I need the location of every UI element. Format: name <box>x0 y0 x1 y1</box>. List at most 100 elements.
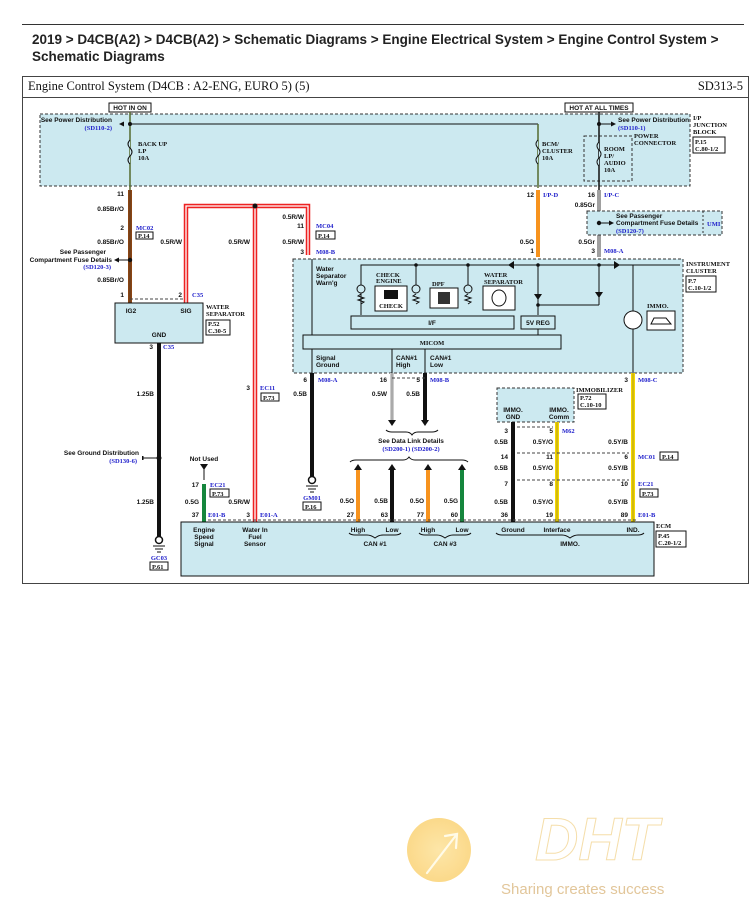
see-passenger-right-ref[interactable]: (SD120-7) <box>616 228 644 235</box>
connector-m08a-top[interactable]: M08-A <box>604 248 624 255</box>
water-sep-lamp-1: WATER <box>484 272 508 279</box>
page-ref-p73-b[interactable]: P.73 <box>212 491 224 498</box>
connector-mc02[interactable]: MC02 <box>136 225 153 232</box>
connector-ec21[interactable]: EC21 <box>210 482 226 489</box>
ground-gm01[interactable]: GM01 <box>303 495 321 502</box>
connector-ec11[interactable]: EC11 <box>260 385 275 392</box>
immo-wire-label: 0.5B <box>494 465 508 472</box>
page-ref-p61[interactable]: P.61 <box>152 564 164 571</box>
pin-8: 8 <box>549 481 553 488</box>
connector-e01b-b[interactable]: E01-B <box>638 512 656 519</box>
connector-mc04[interactable]: MC04 <box>316 223 334 230</box>
ecm-can3: CAN #3 <box>433 541 457 548</box>
connector-m08c[interactable]: M08-C <box>638 377 658 384</box>
connector-m08b[interactable]: M08-B <box>316 249 336 256</box>
connector-ipc[interactable]: I/P-C <box>604 192 619 199</box>
ecm-ref-2[interactable]: C.20-1/2 <box>658 540 681 547</box>
page-ref-p14[interactable]: P.14 <box>138 233 150 240</box>
ground-icon <box>153 535 165 553</box>
wire-label-05b-a: 0.5B <box>374 498 388 505</box>
junction-block-ref-1[interactable]: P.15 <box>695 139 707 146</box>
pin-16b: 16 <box>380 377 388 384</box>
connector-e01b-a[interactable]: E01-B <box>208 512 226 519</box>
fuse-room-4: 10A <box>604 167 616 174</box>
can1-low-2: Low <box>430 362 444 369</box>
connector-e01a[interactable]: E01-A <box>260 512 278 519</box>
see-ground-dist-ref[interactable]: (SD130-6) <box>109 458 137 465</box>
ws-gnd-connector[interactable]: C35 <box>163 344 175 351</box>
5v-reg-label: 5V REG <box>526 320 550 327</box>
junction-block-ref-2[interactable]: C.80-1/2 <box>695 146 718 153</box>
arrow-up-icon <box>458 464 466 470</box>
page-ref-p14-c[interactable]: P.14 <box>662 454 674 461</box>
immo-comm-2: Comm <box>549 414 569 421</box>
data-link-label[interactable]: See Data Link Details <box>378 438 444 445</box>
ecm-engine-speed-2: Speed <box>194 534 214 541</box>
check-label: CHECK <box>379 303 403 310</box>
fuse-backup-3: 10A <box>138 155 150 162</box>
water-sep-lamp-2: SEPARATOR <box>484 279 523 286</box>
ground-gc03[interactable]: GC03 <box>151 555 168 562</box>
hot-in-on-label: HOT IN ON <box>113 105 147 112</box>
ws-ref-2[interactable]: C.30-5 <box>208 328 227 335</box>
can1-high-1: CAN#1 <box>396 355 418 362</box>
page-ref-p73-a[interactable]: P.73 <box>263 395 275 402</box>
see-passenger-right-1[interactable]: See Passenger <box>616 213 663 220</box>
pin-12: 12 <box>527 192 535 199</box>
ws-sig: SIG <box>180 308 191 315</box>
see-passenger-left-ref[interactable]: (SD120-3) <box>83 264 111 271</box>
brace <box>385 429 439 436</box>
cluster-ref-2[interactable]: C.10-1/2 <box>688 285 711 292</box>
cluster-ref-1[interactable]: P.7 <box>688 278 697 285</box>
ecm-can3-low: Low <box>456 527 470 534</box>
data-link-ref[interactable]: (SD200-1) (SD200-2) <box>382 446 439 453</box>
pin-19: 19 <box>546 512 554 519</box>
see-power-dist-right-ref[interactable]: (SD110-1) <box>618 125 645 132</box>
see-passenger-left-2[interactable]: Compartment Fuse Details <box>30 257 113 264</box>
connector-m08b-2[interactable]: M08-B <box>430 377 450 384</box>
pin-3-ec11: 3 <box>246 385 250 392</box>
see-passenger-right-2[interactable]: Compartment Fuse Details <box>616 220 699 227</box>
dpf-glyph <box>438 292 450 304</box>
watermark-slogan: Sharing creates success <box>501 881 664 898</box>
pin-60: 60 <box>451 512 459 519</box>
connector-c35[interactable]: C35 <box>192 292 204 299</box>
ws-gnd: GND <box>152 332 167 339</box>
pin-11: 11 <box>117 191 124 198</box>
pin-3-m08c: 3 <box>624 377 628 384</box>
connector-m08a[interactable]: M08-A <box>318 377 338 384</box>
see-ground-dist[interactable]: See Ground Distribution <box>64 450 139 457</box>
connector-ipd[interactable]: I/P-D <box>543 192 558 199</box>
fuse-bcm-1: BCM/ <box>542 141 559 148</box>
junction-block-name-1: I/P <box>693 115 701 122</box>
see-power-dist-right[interactable]: See Power Distribution <box>618 117 689 124</box>
check-engine-2: ENGINE <box>376 278 402 285</box>
immobilizer-ref-1[interactable]: P.72 <box>580 395 592 402</box>
immo-wire-label: 0.5Y/O <box>533 439 553 446</box>
ecm-ref-1[interactable]: P.45 <box>658 533 670 540</box>
junction-block-name-2: JUNCTION <box>693 122 727 129</box>
see-passenger-left-1[interactable]: See Passenger <box>60 249 107 256</box>
page-ref-p16[interactable]: P.16 <box>305 504 317 511</box>
connector-m62[interactable]: M62 <box>562 428 575 435</box>
water-sep-warn-1: Water <box>316 266 334 273</box>
wire-label-05rw-c: 0.5R/W <box>282 214 305 221</box>
connector-mc01[interactable]: MC01 <box>638 454 655 461</box>
watermark-brand: DHT <box>535 806 663 873</box>
page-ref-p73-c[interactable]: P.73 <box>642 491 654 498</box>
immobilizer-ref-2[interactable]: C.10-10 <box>580 402 601 409</box>
see-power-dist-left-ref[interactable]: (SD110-2) <box>85 125 112 132</box>
micom-label: MICOM <box>420 340 445 347</box>
fuse-room-1: ROOM <box>604 146 625 153</box>
umi-label[interactable]: UMI <box>707 221 721 228</box>
see-power-dist-left[interactable]: See Power Distribution <box>41 117 112 124</box>
hot-at-all-times-label: HOT AT ALL TIMES <box>569 105 629 112</box>
watermark: DHT Sharing creates success <box>405 800 755 905</box>
pin-17: 17 <box>192 482 200 489</box>
immobilizer-name: IMMOBILIZER <box>576 387 623 394</box>
page-ref-p14-b[interactable]: P.14 <box>318 233 330 240</box>
cluster-name-2: CLUSTER <box>686 268 717 275</box>
connector-ec21-b[interactable]: EC21 <box>638 481 654 488</box>
immo-wire-label: 0.5B <box>494 439 508 446</box>
ws-ref-1[interactable]: P.52 <box>208 321 220 328</box>
